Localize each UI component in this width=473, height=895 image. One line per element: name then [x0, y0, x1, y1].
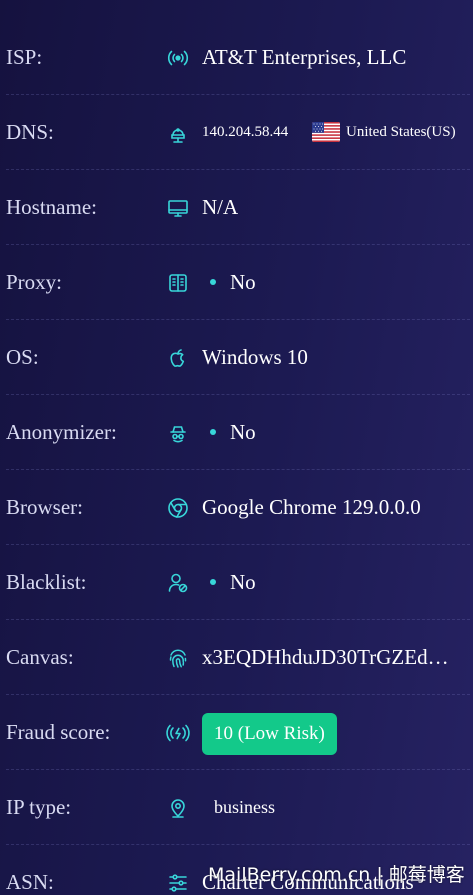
spy-icon: [166, 421, 190, 445]
fingerprint-icon: [166, 646, 190, 670]
proxy-icon: [166, 271, 190, 295]
ip-type-label: IP type:: [6, 795, 72, 819]
fraud-score-badge: 10 (Low Risk): [202, 713, 337, 756]
us-flag: [312, 122, 340, 142]
chrome-icon: [166, 496, 190, 520]
row-anonymizer: Anonymizer: No: [6, 395, 470, 470]
row-blacklist: Blacklist: No: [6, 545, 470, 620]
sliders-icon: [166, 871, 190, 895]
anonymizer-value: No: [202, 395, 256, 470]
dns-label: DNS:: [6, 120, 54, 144]
user-block-icon: [166, 571, 190, 595]
asn-label: ASN:: [6, 870, 54, 894]
status-dot: [210, 579, 216, 586]
blacklist-label: Blacklist:: [6, 570, 87, 594]
anonymizer-label: Anonymizer:: [6, 420, 117, 444]
hostname-value: N/A: [202, 195, 239, 219]
canvas-value: x3EQDHhduJD30TrGZEd…: [202, 645, 449, 669]
fraud-score-value: 10 (Low Risk): [202, 695, 337, 770]
proxy-value: No: [202, 245, 256, 320]
row-hostname: Hostname: N/A: [6, 170, 470, 245]
canvas-label: Canvas:: [6, 645, 74, 669]
browser-label: Browser:: [6, 495, 83, 519]
row-ip-type: IP type: business: [6, 770, 470, 845]
row-fraud-score: Fraud score: 10 (Low Risk): [6, 695, 470, 770]
dns-value: 140.204.58.44: [202, 124, 289, 140]
monitor-icon: [166, 196, 190, 220]
status-dot: [210, 429, 216, 436]
os-value: Windows 10: [202, 345, 308, 369]
fraud-score-label: Fraud score:: [6, 720, 111, 744]
proxy-label: Proxy:: [6, 270, 63, 294]
signal-icon: [166, 721, 190, 745]
row-dns: DNS: 140.204.58.44 United States(US): [6, 95, 470, 170]
apple-icon: [166, 346, 190, 370]
server-icon: [166, 121, 190, 145]
location-pin-icon: [166, 796, 190, 820]
blacklist-status: No: [230, 570, 256, 594]
blacklist-value: No: [202, 545, 256, 620]
row-proxy: Proxy: No: [6, 245, 470, 320]
proxy-status: No: [230, 270, 256, 294]
watermark: MailBerry.com.cn | 邮莓博客: [208, 864, 465, 886]
row-browser: Browser: Google Chrome 129.0.0.0: [6, 470, 470, 545]
anonymizer-status: No: [230, 420, 256, 444]
isp-value: AT&T Enterprises, LLC: [202, 45, 407, 69]
row-canvas: Canvas: x3EQDHhduJD30TrGZEd…: [6, 620, 470, 695]
status-dot: [210, 279, 216, 286]
dns-country: United States(US): [346, 124, 456, 140]
hostname-label: Hostname:: [6, 195, 97, 219]
browser-value: Google Chrome 129.0.0.0: [202, 495, 421, 519]
row-os: OS: Windows 10: [6, 320, 470, 395]
ip-type-value: business: [214, 797, 276, 817]
ip-info-card: ISP: AT&T Enterprises, LLC DNS: 140.204.…: [0, 0, 473, 895]
antenna-icon: [166, 46, 190, 70]
os-label: OS:: [6, 345, 39, 369]
isp-label: ISP:: [6, 45, 43, 69]
row-isp: ISP: AT&T Enterprises, LLC: [6, 20, 470, 95]
